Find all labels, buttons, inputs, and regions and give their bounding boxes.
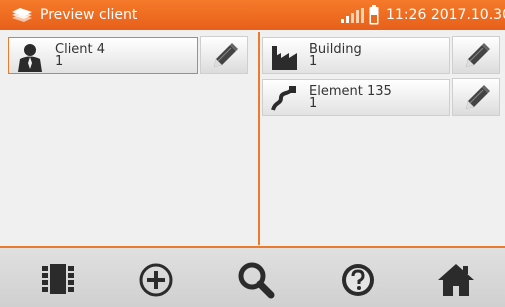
object-number-element: 1 bbox=[309, 96, 318, 111]
object-item-element[interactable]: Element 135 1 bbox=[262, 79, 450, 116]
title-bar: Preview client 11:26 2017.10.30 bbox=[0, 0, 505, 30]
factory-icon bbox=[272, 46, 297, 70]
screen-title: Preview client bbox=[40, 7, 138, 23]
magnifier-icon[interactable] bbox=[236, 260, 276, 300]
edit-client-button[interactable] bbox=[200, 36, 248, 74]
date-text: 2017.10.30 bbox=[430, 7, 505, 23]
cable-icon bbox=[271, 86, 296, 111]
structure-icon[interactable] bbox=[38, 260, 78, 300]
plus-circle-icon[interactable] bbox=[136, 260, 176, 300]
date-time: 11:26 2017.10.30 bbox=[386, 6, 505, 24]
panel-divider bbox=[258, 32, 260, 245]
pencil-icon bbox=[214, 43, 238, 67]
bottom-toolbar bbox=[0, 246, 505, 307]
question-icon[interactable] bbox=[338, 260, 378, 300]
pencil-icon bbox=[466, 85, 490, 109]
client-item[interactable]: Client 4 1 bbox=[8, 37, 198, 74]
pencil-icon bbox=[466, 43, 490, 67]
edit-building-button[interactable] bbox=[452, 36, 500, 74]
object-item-building[interactable]: Building 1 bbox=[262, 37, 450, 74]
edit-element-button[interactable] bbox=[452, 78, 500, 116]
person-icon bbox=[18, 44, 42, 72]
home-icon[interactable] bbox=[436, 260, 476, 300]
object-name-element: Element 135 bbox=[309, 84, 392, 99]
battery-icon bbox=[369, 5, 379, 25]
object-number-building: 1 bbox=[309, 54, 318, 69]
client-number: 1 bbox=[55, 54, 64, 69]
app-logo-icon bbox=[12, 8, 32, 22]
signal-strength-icon bbox=[341, 8, 364, 23]
time-text: 11:26 bbox=[386, 7, 427, 23]
